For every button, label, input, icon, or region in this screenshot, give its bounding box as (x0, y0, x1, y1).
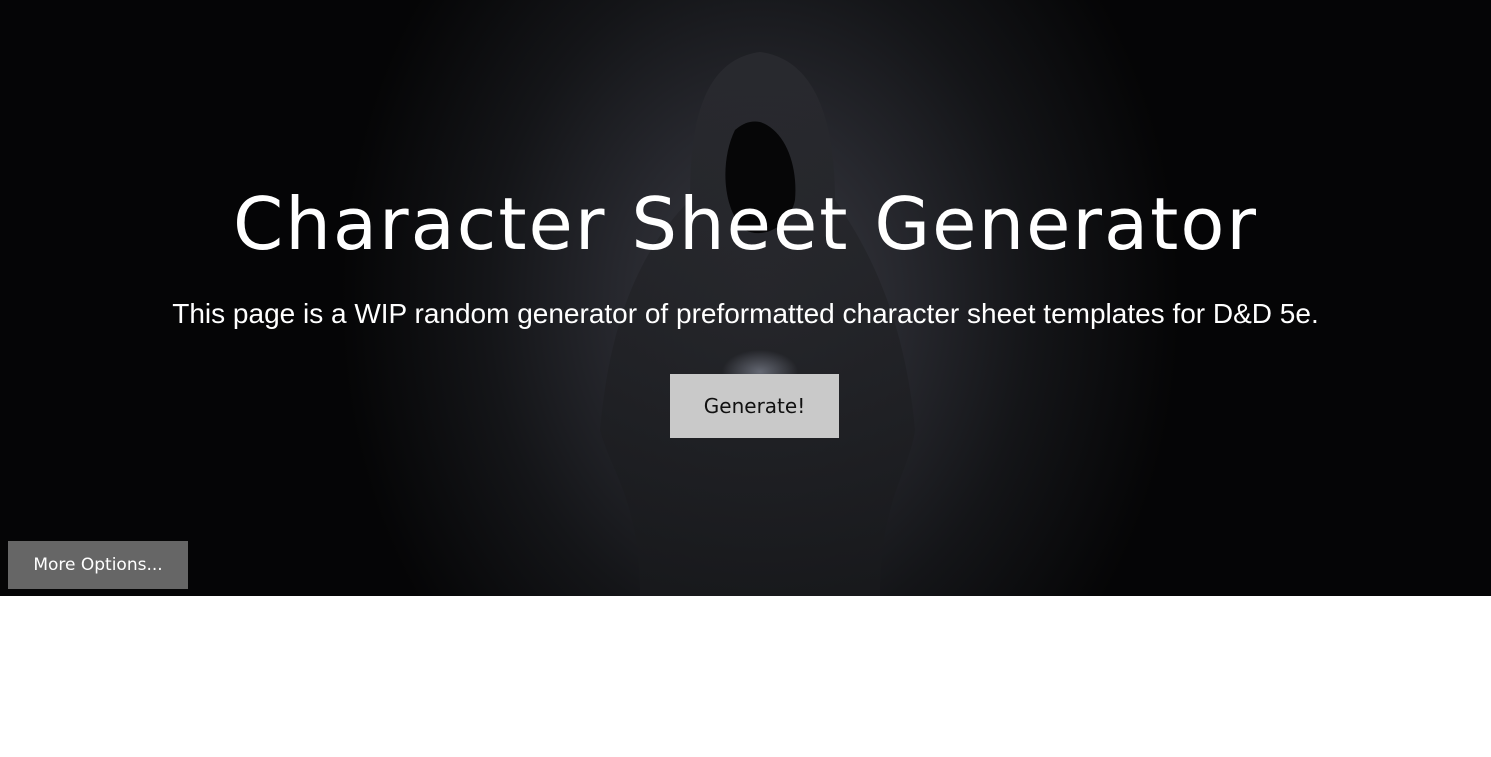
hero-section: Character Sheet Generator This page is a… (0, 0, 1491, 596)
generate-button[interactable]: Generate! (670, 374, 839, 438)
hero-content: Character Sheet Generator This page is a… (0, 0, 1491, 596)
more-options-button[interactable]: More Options... (8, 541, 188, 589)
page-title: Character Sheet Generator (232, 182, 1259, 266)
page-subtitle: This page is a WIP random generator of p… (172, 298, 1319, 329)
